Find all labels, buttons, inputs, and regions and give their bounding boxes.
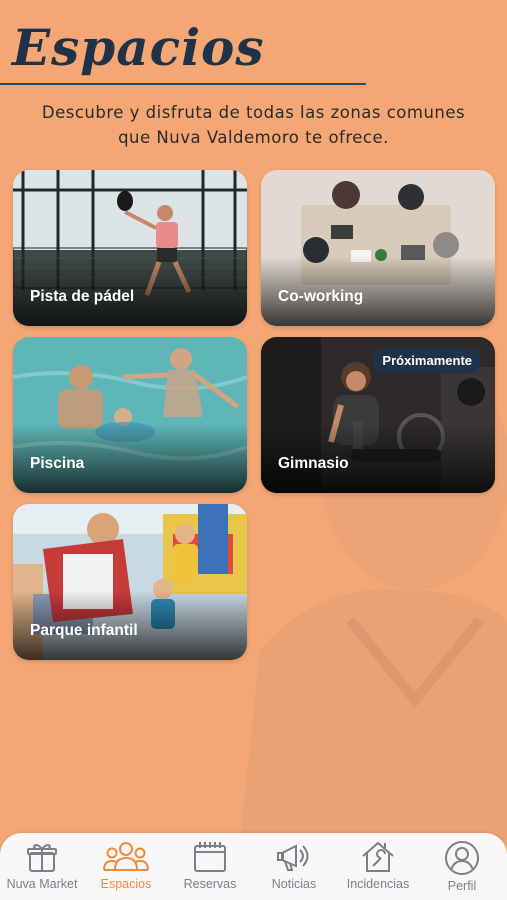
space-card-coworking[interactable]: Co-working — [261, 170, 495, 326]
space-card-label: Piscina — [30, 455, 85, 472]
tab-nuva-market[interactable]: Nuva Market — [0, 833, 84, 900]
tab-label: Nuva Market — [6, 877, 78, 891]
space-card-label: Co-working — [278, 288, 364, 305]
space-card-label: Gimnasio — [278, 455, 349, 472]
calendar-icon — [194, 842, 226, 872]
tab-label: Espacios — [100, 877, 152, 891]
space-card-label: Pista de pádel — [30, 288, 135, 305]
space-card-label: Parque infantil — [30, 622, 138, 639]
spaces-grid: Pista de pádel Co-working Piscina Próxim… — [0, 0, 507, 900]
tab-label: Incidencias — [346, 877, 410, 891]
people-icon — [103, 842, 149, 871]
space-card-parque-infantil[interactable]: Parque infantil — [13, 504, 247, 660]
tab-noticias[interactable]: Noticias — [252, 833, 336, 900]
house-wrench-icon — [362, 841, 394, 872]
tab-espacios[interactable]: Espacios — [84, 833, 168, 900]
tab-label: Noticias — [271, 877, 317, 891]
tab-reservas[interactable]: Reservas — [168, 833, 252, 900]
tab-label: Reservas — [183, 877, 237, 891]
space-card-gimnasio[interactable]: Próximamente Gimnasio — [261, 337, 495, 493]
space-card-padel[interactable]: Pista de pádel — [13, 170, 247, 326]
coming-soon-badge: Próximamente — [373, 347, 481, 374]
gift-icon — [27, 844, 57, 872]
megaphone-icon — [277, 844, 309, 871]
tab-perfil[interactable]: Perfil — [420, 833, 504, 900]
space-card-piscina[interactable]: Piscina — [13, 337, 247, 493]
tab-incidencias[interactable]: Incidencias — [336, 833, 420, 900]
bottom-tab-bar: Nuva Market Espacios Reservas Noticias I… — [0, 833, 507, 900]
user-icon — [445, 841, 479, 875]
tab-label: Perfil — [447, 879, 477, 893]
